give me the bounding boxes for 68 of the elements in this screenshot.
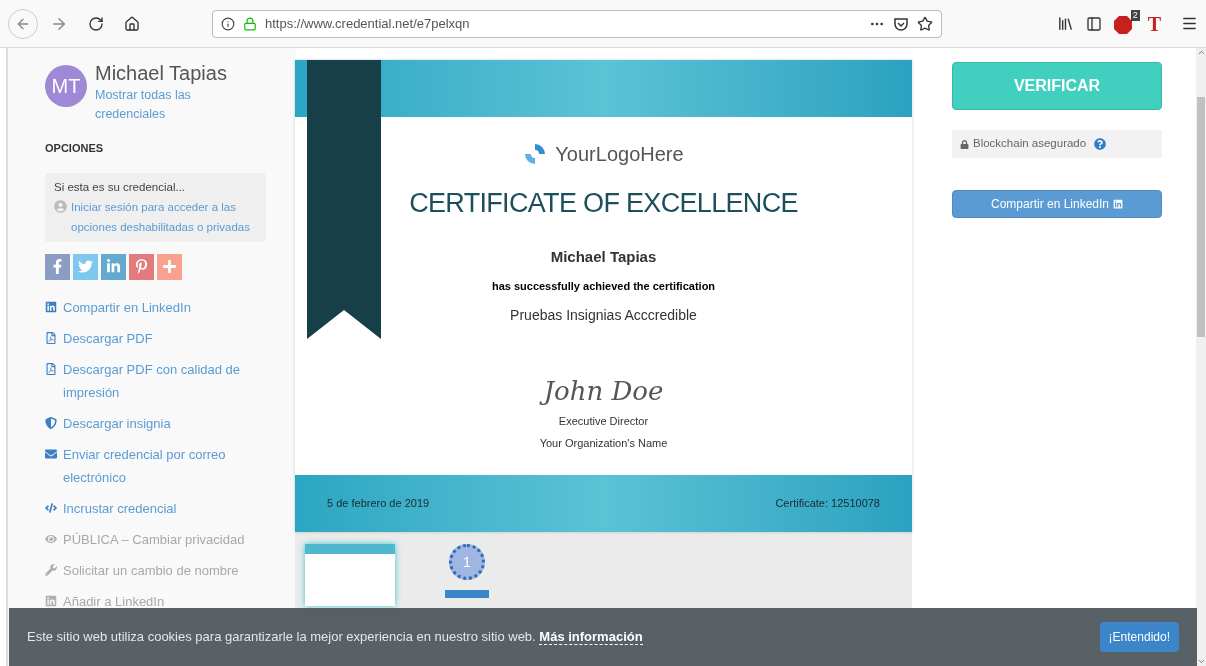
wrench-icon (45, 563, 57, 576)
share-button[interactable] (45, 253, 70, 280)
course-name: Pruebas Insignias Acccredible (510, 305, 697, 325)
option-link[interactable]: Compartir en LinkedIn (63, 295, 191, 319)
scroll-down-icon[interactable] (1196, 657, 1206, 666)
user-icon (54, 199, 67, 213)
lock-icon (960, 139, 969, 149)
linkedin-icon (1113, 199, 1124, 209)
options-heading: OPCIONES (45, 141, 105, 156)
linkedin-icon (106, 259, 121, 274)
option-link[interactable]: Enviar credencial por correo electrónico (63, 442, 266, 489)
envelope-icon (45, 447, 57, 460)
login-box-text: Si esta es su credencial... (54, 179, 187, 195)
eye-icon (45, 532, 57, 545)
certificate-number: Certificate: 12510078 (775, 496, 880, 512)
home-icon[interactable] (124, 15, 140, 32)
extension-button[interactable]: T (1147, 13, 1161, 34)
profile-name: Michael Tapias (95, 61, 227, 86)
pdf-icon (45, 331, 57, 344)
plus-icon (162, 259, 177, 274)
avatar: MT (45, 65, 87, 107)
option-link[interactable]: Descargar insignia (63, 411, 171, 435)
pinterest-icon (134, 259, 149, 274)
facebook-icon (50, 259, 65, 274)
accept-button[interactable]: ¡Entendido! (1099, 622, 1179, 652)
achievement-text: has successfully achieved the certification (491, 279, 716, 294)
address-bar[interactable]: https://www.credential.net/e7pelxqn (212, 9, 942, 38)
all-credentials-link[interactable]: Mostrar todas las credenciales (95, 86, 215, 124)
logo-text: YourLogoHere (555, 142, 684, 167)
help-icon[interactable] (1094, 138, 1107, 150)
share-button[interactable] (101, 253, 126, 280)
certificate-thumbnail[interactable] (305, 544, 395, 606)
more-info-link[interactable]: Más información (539, 629, 643, 646)
cookie-message: Este sitio web utiliza cookies para garantizarle la mejor experiencia en nuestro sitio web. Más información (27, 628, 643, 647)
url-text: https://www.credential.net/e7pelxqn (265, 14, 471, 33)
scrollbar-thumb[interactable] (1197, 97, 1205, 337)
verify-button[interactable]: VERIFICAR (952, 62, 1162, 110)
linkedin-icon (45, 300, 57, 313)
menu-icon[interactable] (1181, 15, 1198, 32)
option-link[interactable]: Incrustar credencial (63, 496, 177, 520)
linkedin-icon (45, 594, 57, 607)
code-icon (45, 501, 57, 514)
lock-icon (243, 16, 257, 31)
reload-icon[interactable] (88, 15, 104, 32)
option-link[interactable]: Descargar PDF (63, 326, 153, 350)
share-button[interactable] (129, 253, 154, 280)
bird-icon (78, 259, 93, 274)
library-icon[interactable] (1056, 15, 1074, 32)
star-icon[interactable] (917, 15, 933, 32)
recipient-name: Michael Tapias (550, 246, 657, 267)
badge-thumbnail[interactable]: 1 (443, 544, 491, 606)
organization-name: Your Organization's Name (539, 436, 668, 451)
shield-icon (45, 416, 57, 429)
pdf-icon (45, 362, 57, 375)
scroll-up-icon[interactable] (1196, 48, 1206, 57)
sidebar-icon[interactable] (1085, 15, 1102, 32)
certificate-title: CERTIFICATE OF EXCELLENCE (409, 187, 798, 220)
logo-icon (523, 142, 548, 166)
login-link[interactable]: Iniciar sesión para acceder a las opciones deshabilitadas o privadas (71, 196, 257, 237)
signer-title: Executive Director (558, 413, 649, 429)
share-linkedin-button[interactable]: Compartir en LinkedIn (952, 190, 1162, 218)
certificate-date: 5 de febrero de 2019 (327, 496, 430, 512)
blockchain-text: Blockchain asegurado (973, 136, 1087, 152)
pocket-icon[interactable] (893, 15, 909, 32)
extension-badge: 2 (1130, 9, 1140, 21)
stop-sign-icon[interactable] (1113, 15, 1132, 34)
info-icon[interactable] (221, 16, 235, 31)
option-link[interactable]: Descargar PDF con calidad de impresión (63, 357, 266, 404)
